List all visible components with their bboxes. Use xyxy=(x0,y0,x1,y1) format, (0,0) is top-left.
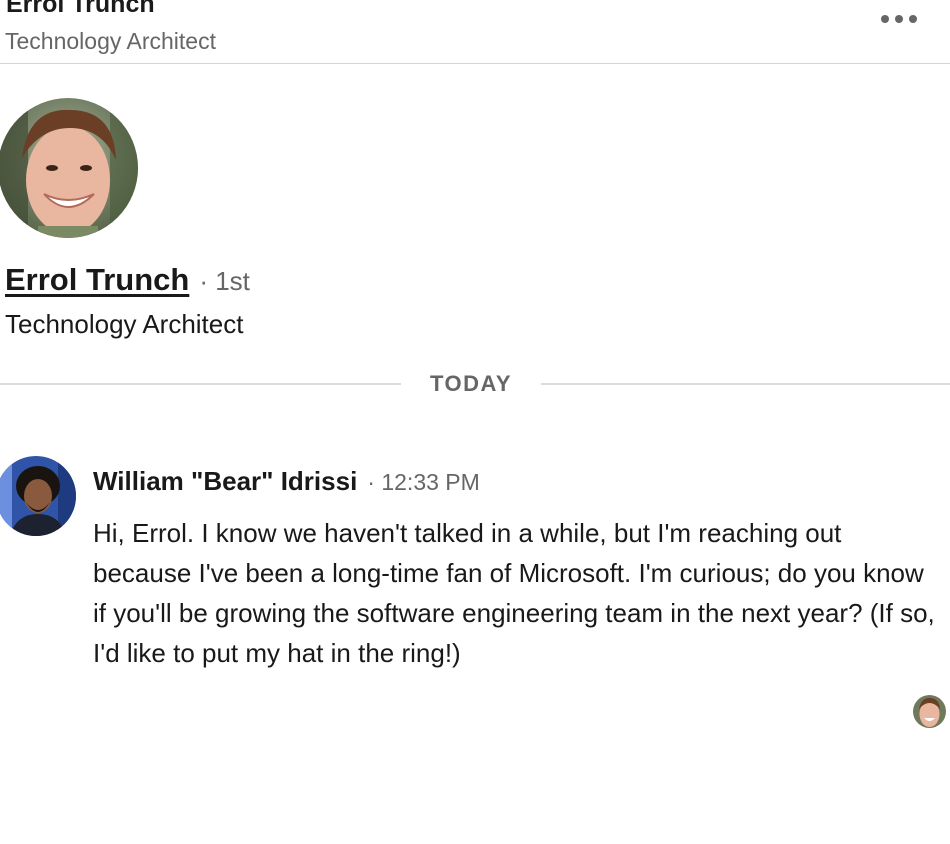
profile-name-row: Errol Trunch · 1st xyxy=(5,262,250,298)
read-receipt-avatar xyxy=(913,695,946,728)
message-meta: William "Bear" Idrissi · 12:33 PM xyxy=(93,466,480,497)
sender-avatar[interactable] xyxy=(0,456,76,536)
message-timestamp: · 12:33 PM xyxy=(367,469,480,495)
more-horizontal-icon xyxy=(881,15,889,23)
sender-name[interactable]: William "Bear" Idrissi xyxy=(93,466,357,497)
profile-name-link[interactable]: Errol Trunch xyxy=(5,262,189,298)
header-contact-name[interactable]: Errol Trunch xyxy=(6,0,155,19)
date-divider-label: TODAY xyxy=(429,371,513,396)
profile-avatar[interactable] xyxy=(0,98,138,238)
divider-line-right xyxy=(541,383,950,385)
message-body: Hi, Errol. I know we haven't talked in a… xyxy=(93,518,935,668)
conversation-header: Errol Trunch Technology Architect xyxy=(0,0,950,64)
messaging-thread: Errol Trunch Technology Architect Errol … xyxy=(0,0,950,844)
more-options-button[interactable] xyxy=(872,6,926,32)
header-contact-headline: Technology Architect xyxy=(5,28,216,54)
connection-degree: · 1st xyxy=(199,266,250,296)
profile-headline: Technology Architect xyxy=(5,309,244,339)
divider-line-left xyxy=(0,383,401,385)
